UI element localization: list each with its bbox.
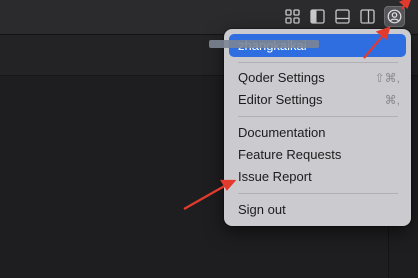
menu-separator	[238, 116, 398, 117]
menu-separator	[238, 62, 398, 63]
menu-item-qoder-settings[interactable]: Qoder Settings ⇧⌘,	[229, 67, 406, 89]
toggle-primary-sidebar-icon[interactable]	[309, 8, 326, 25]
menu-item-label: Qoder Settings	[238, 70, 325, 85]
menu-item-sign-out[interactable]: Sign out	[229, 199, 406, 221]
toggle-secondary-sidebar-icon[interactable]	[359, 8, 376, 25]
redaction-bar	[209, 40, 319, 48]
account-menu: zhangkaikai Qoder Settings ⇧⌘, Editor Se…	[224, 29, 411, 226]
menu-item-editor-settings[interactable]: Editor Settings ⌘,	[229, 89, 406, 111]
menu-item-label: Editor Settings	[238, 92, 323, 107]
menu-item-feature-requests[interactable]: Feature Requests	[229, 144, 406, 166]
menu-item-issue-report[interactable]: Issue Report	[229, 166, 406, 188]
menu-item-shortcut: ⌘,	[384, 93, 400, 107]
layout-grid-icon[interactable]	[284, 8, 301, 25]
menu-item-shortcut: ⇧⌘,	[374, 71, 400, 85]
menu-item-label: Sign out	[238, 202, 286, 217]
account-icon[interactable]	[384, 6, 405, 27]
menu-separator	[238, 193, 398, 194]
menu-item-label: Feature Requests	[238, 147, 342, 162]
toggle-panel-icon[interactable]	[334, 8, 351, 25]
menu-item-label: Documentation	[238, 125, 326, 140]
menu-item-label: Issue Report	[238, 169, 312, 184]
menu-item-documentation[interactable]: Documentation	[229, 122, 406, 144]
